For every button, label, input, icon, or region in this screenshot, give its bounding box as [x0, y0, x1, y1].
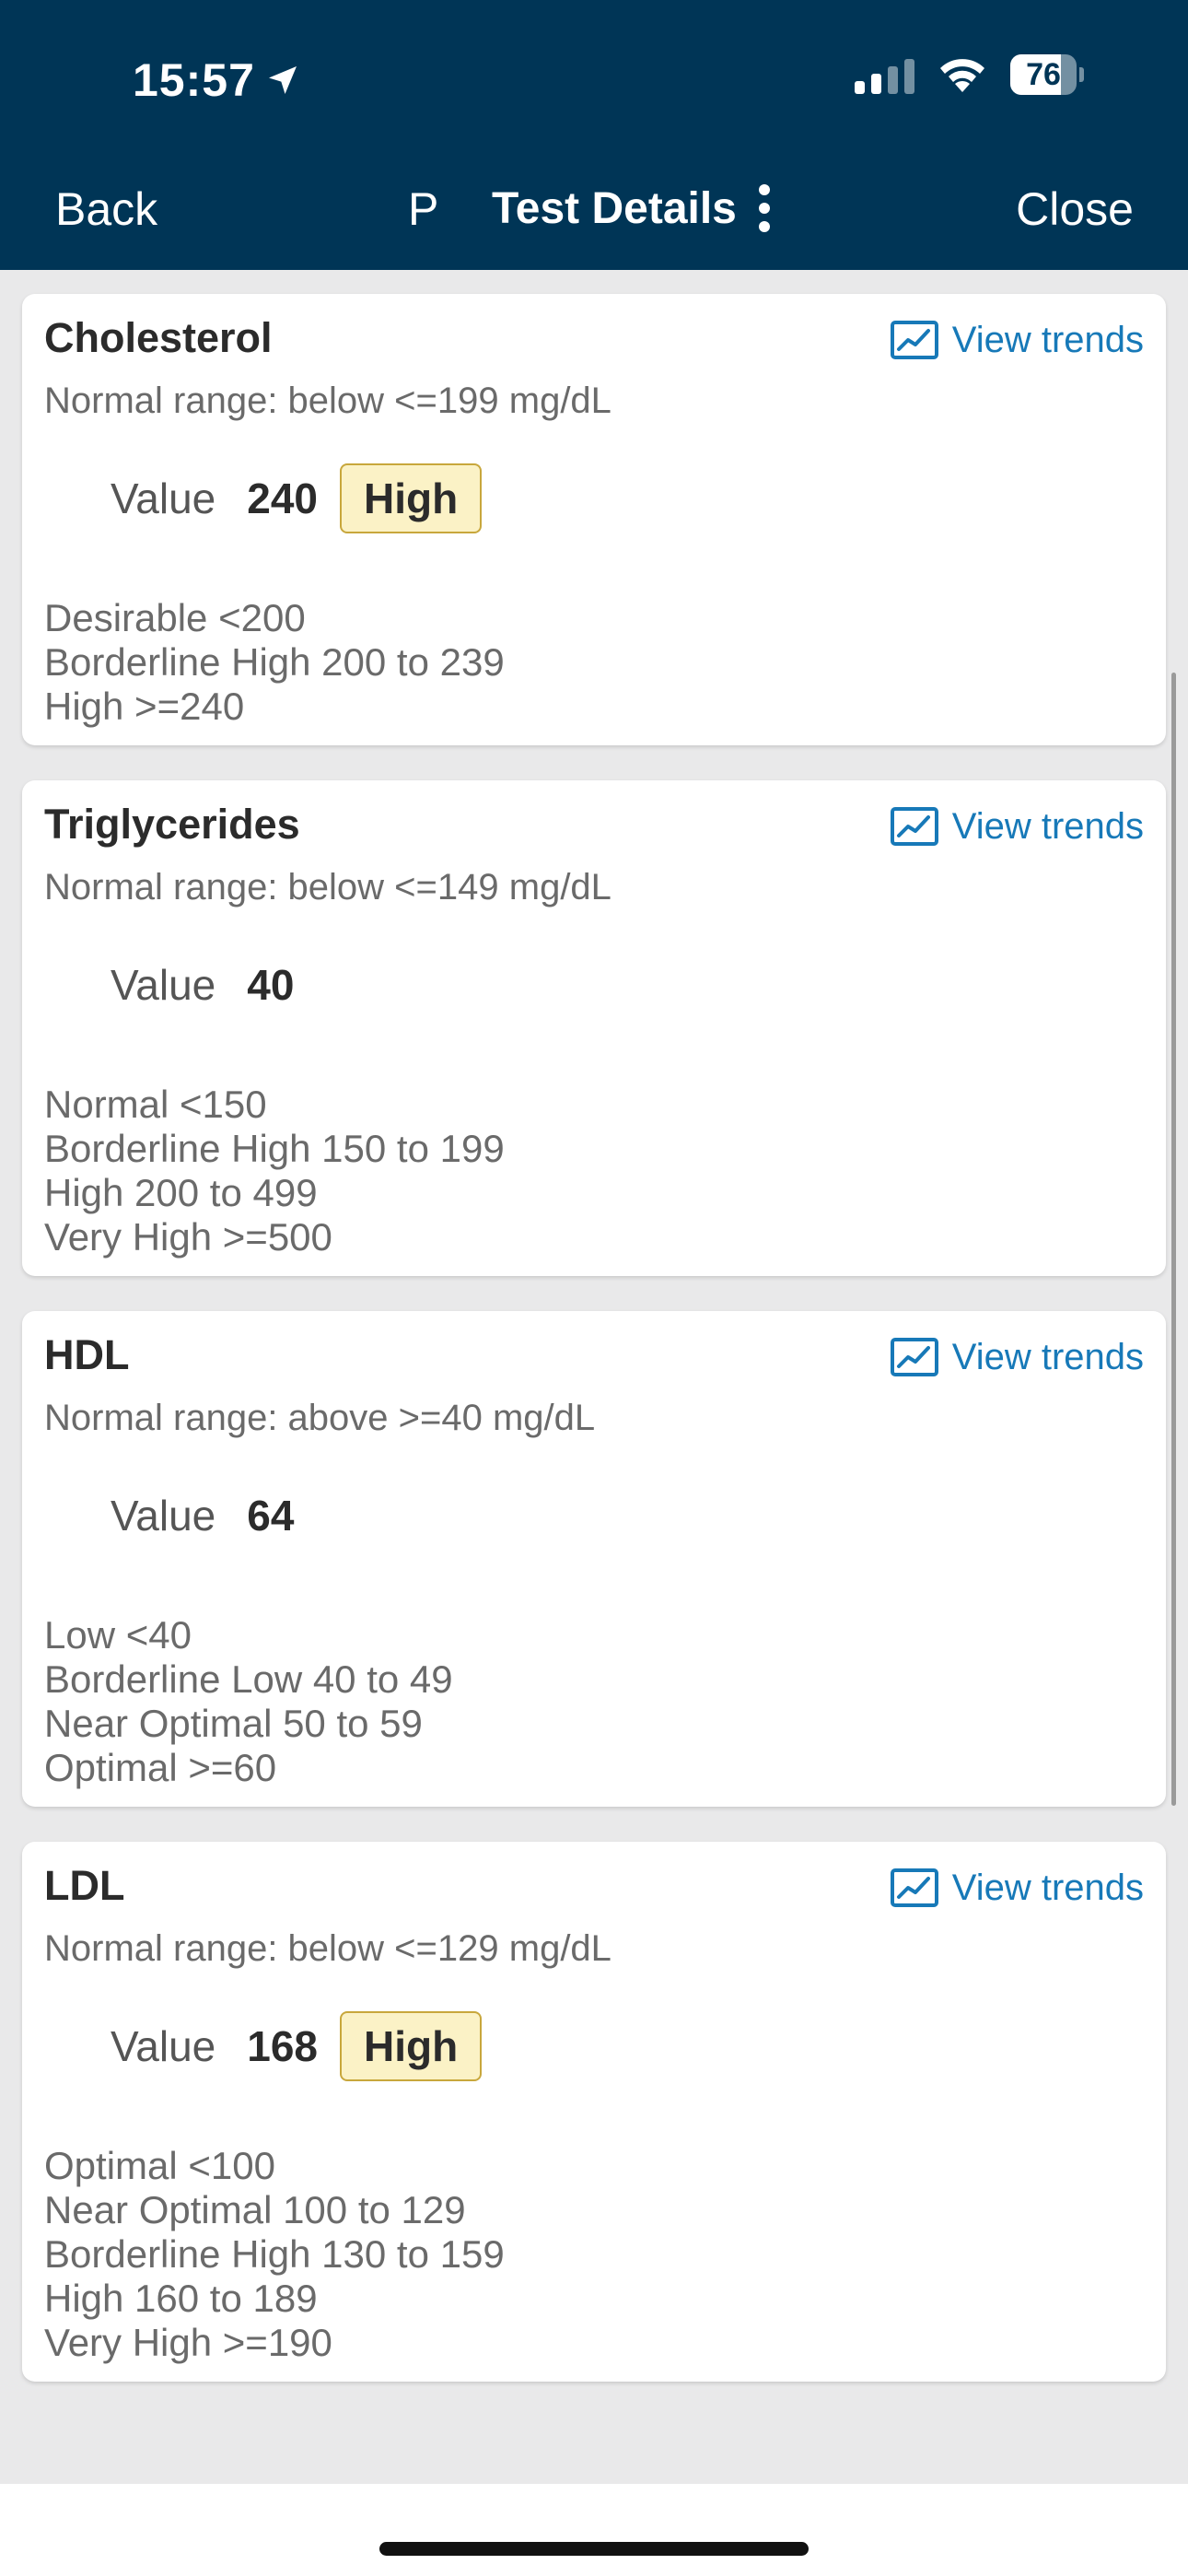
- value-row: Value 64: [111, 1479, 1144, 1552]
- result-card: Triglycerides View trends Normal range: be…: [22, 780, 1166, 1276]
- view-trends-label: View trends: [951, 806, 1144, 847]
- result-card: HDL View trends Normal range: above >=40 m…: [22, 1311, 1166, 1807]
- reference-range-line: Borderline Low 40 to 49: [44, 1657, 453, 1701]
- value-label: Value: [111, 961, 216, 1009]
- reference-range-line: Optimal >=60: [44, 1746, 277, 1789]
- view-trends-label: View trends: [951, 1337, 1144, 1377]
- cellular-signal-icon: [855, 55, 914, 94]
- result-value: 40: [247, 961, 295, 1009]
- close-button[interactable]: Close: [1016, 177, 1134, 241]
- page-title: Test Details: [492, 184, 737, 233]
- view-trends-label: View trends: [951, 1868, 1144, 1908]
- reference-range-line: Very High >=500: [44, 1215, 332, 1259]
- value-label: Value: [111, 1492, 216, 1540]
- reference-ranges: Desirable <200 Borderline High 200 to 239…: [44, 596, 1144, 729]
- normal-range: Normal range: below <=199 mg/dL: [44, 381, 611, 421]
- reference-range-line: High 160 to 189: [44, 2277, 318, 2320]
- status-time-text: 15:57: [133, 54, 255, 106]
- battery-icon: 76: [1010, 54, 1084, 95]
- trend-chart-icon: [890, 807, 938, 846]
- view-trends-link[interactable]: View trends: [890, 802, 1144, 850]
- p-label: P: [408, 183, 439, 235]
- value-row: Value 168 High: [111, 2009, 1144, 2083]
- view-trends-link[interactable]: View trends: [890, 1864, 1144, 1912]
- trend-chart-icon: [890, 1338, 938, 1376]
- flag-badge: High: [340, 2011, 483, 2081]
- status-indicators: 76: [855, 54, 1084, 95]
- trend-chart-icon: [890, 321, 938, 359]
- result-card: Cholesterol View trends Normal range: belo…: [22, 294, 1166, 745]
- scrollbar[interactable]: [1171, 673, 1176, 1806]
- home-indicator[interactable]: [379, 2542, 809, 2556]
- value-row: Value 240 High: [111, 462, 1144, 535]
- flag-badge: High: [340, 463, 483, 533]
- trend-chart-icon: [890, 1868, 938, 1907]
- results-list: Cholesterol View trends Normal range: belo…: [22, 294, 1166, 2417]
- result-card: LDL View trends Normal range: below <=129 …: [22, 1842, 1166, 2382]
- result-value: 168: [247, 2022, 318, 2070]
- reference-range-line: Borderline High 150 to 199: [44, 1127, 505, 1170]
- normal-range: Normal range: below <=149 mg/dL: [44, 867, 611, 907]
- status-time: 15:57: [133, 53, 301, 107]
- view-trends-link[interactable]: View trends: [890, 1333, 1144, 1381]
- normal-range: Normal range: below <=129 mg/dL: [44, 1928, 611, 1969]
- reference-range-line: Normal <150: [44, 1083, 267, 1126]
- reference-range-line: High >=240: [44, 685, 245, 728]
- reference-range-line: Optimal <100: [44, 2144, 275, 2187]
- reference-ranges: Optimal <100 Near Optimal 100 to 129 Borde…: [44, 2144, 1144, 2365]
- back-button[interactable]: Back: [55, 177, 157, 241]
- result-value: 64: [247, 1492, 295, 1540]
- reference-range-line: Very High >=190: [44, 2321, 332, 2364]
- reference-range-line: Desirable <200: [44, 596, 306, 639]
- location-arrow-icon: [268, 66, 297, 94]
- view-trends-label: View trends: [951, 320, 1144, 360]
- wifi-icon: [940, 59, 984, 92]
- value-label: Value: [111, 474, 216, 522]
- result-value: 240: [247, 474, 318, 522]
- more-options-icon[interactable]: [755, 181, 774, 236]
- reference-range-line: Low <40: [44, 1613, 192, 1657]
- value-label: Value: [111, 2022, 216, 2070]
- reference-ranges: Normal <150 Borderline High 150 to 199 Hig…: [44, 1083, 1144, 1259]
- value-row: Value 40: [111, 948, 1144, 1022]
- reference-range-line: Near Optimal 100 to 129: [44, 2188, 466, 2231]
- reference-ranges: Low <40 Borderline Low 40 to 49 Near Optim…: [44, 1613, 1144, 1790]
- app-header: 15:57 76 Back P Test Details Close: [0, 0, 1188, 270]
- reference-range-line: Near Optimal 50 to 59: [44, 1702, 423, 1745]
- view-trends-link[interactable]: View trends: [890, 316, 1144, 364]
- battery-level: 76: [1026, 56, 1061, 92]
- reference-range-line: Borderline High 130 to 159: [44, 2232, 505, 2276]
- reference-range-line: High 200 to 499: [44, 1171, 318, 1214]
- reference-range-line: Borderline High 200 to 239: [44, 640, 505, 684]
- normal-range: Normal range: above >=40 mg/dL: [44, 1398, 596, 1438]
- bottom-area: [0, 2484, 1188, 2576]
